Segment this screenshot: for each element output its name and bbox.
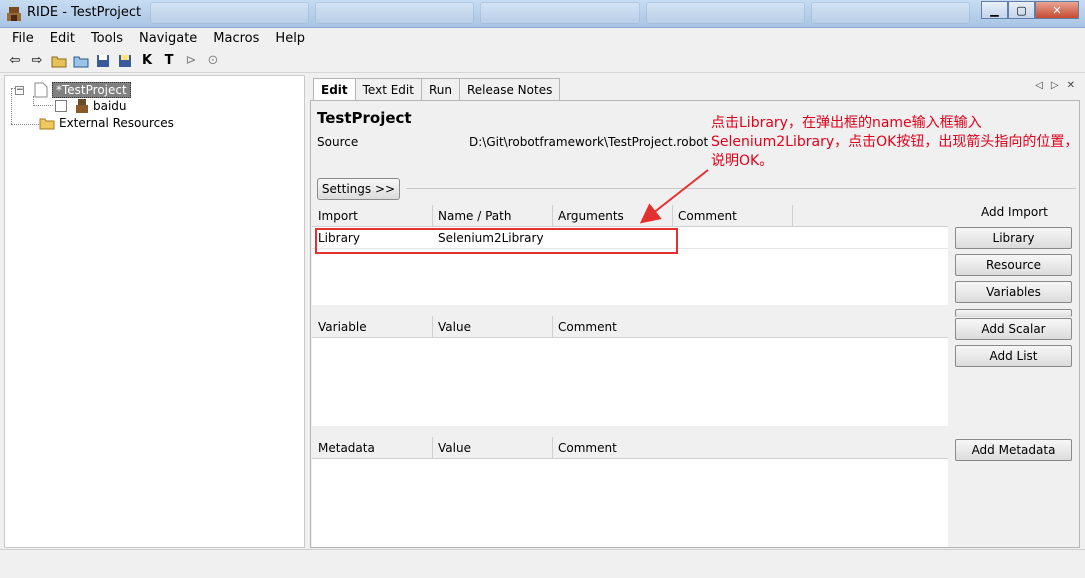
annotation-arrow-icon — [639, 169, 709, 224]
annotation-note: 点击Library，在弹出框的name输入框输入Selenium2Library… — [711, 115, 1079, 169]
